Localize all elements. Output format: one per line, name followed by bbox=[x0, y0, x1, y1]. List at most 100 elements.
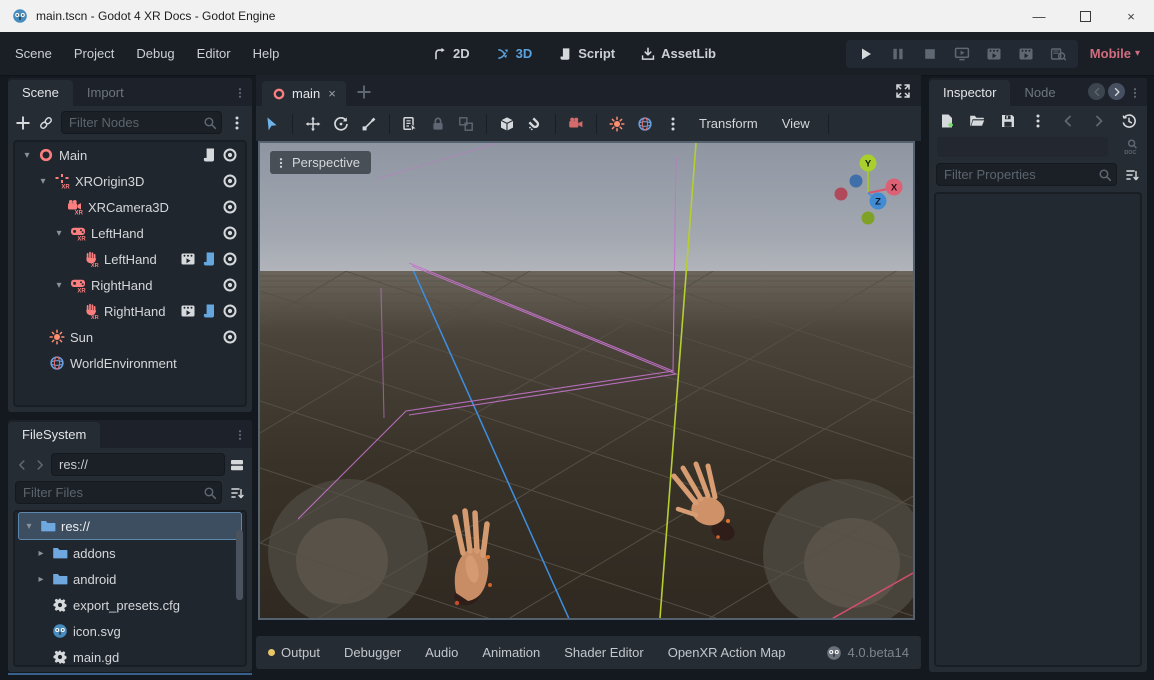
file-row-main-gd[interactable]: main.gd bbox=[15, 644, 245, 667]
save-resource-button[interactable] bbox=[1000, 113, 1016, 129]
renderer-dropdown[interactable]: Mobile▾ bbox=[1090, 46, 1140, 61]
add-node-button[interactable] bbox=[15, 115, 31, 131]
preview-environment-icon[interactable] bbox=[637, 116, 653, 132]
collapse-arrow[interactable]: ▾ bbox=[53, 228, 65, 239]
resource-options-icon[interactable] bbox=[1030, 113, 1046, 129]
new-resource-button[interactable] bbox=[939, 113, 955, 129]
script-badge-icon[interactable] bbox=[201, 147, 217, 163]
nav-back-icon[interactable] bbox=[15, 458, 29, 472]
collapse-arrow[interactable]: ▾ bbox=[37, 176, 49, 187]
script-badge-icon[interactable] bbox=[201, 251, 217, 267]
snap-icon[interactable] bbox=[527, 116, 543, 132]
split-view-icon[interactable] bbox=[229, 457, 245, 473]
path-field[interactable] bbox=[51, 453, 225, 476]
dock-menu-icon[interactable] bbox=[234, 429, 246, 441]
tab-node[interactable]: Node bbox=[1010, 80, 1069, 106]
collapse-arrow[interactable]: ▾ bbox=[21, 150, 33, 161]
tree-node-righthand-controller[interactable]: ▾ RightHand bbox=[15, 272, 245, 298]
close-button[interactable]: × bbox=[1108, 0, 1154, 32]
visibility-icon[interactable] bbox=[222, 329, 238, 345]
tree-node-xrorigin3d[interactable]: ▾ XROrigin3D bbox=[15, 168, 245, 194]
minimize-button[interactable]: — bbox=[1016, 0, 1062, 32]
panel-animation[interactable]: Animation bbox=[482, 645, 540, 660]
panel-shader-editor[interactable]: Shader Editor bbox=[564, 645, 644, 660]
visibility-icon[interactable] bbox=[222, 199, 238, 215]
workspace-3d[interactable]: 3D bbox=[487, 41, 542, 66]
camera-preview-icon[interactable] bbox=[568, 116, 584, 132]
menu-editor[interactable]: Editor bbox=[186, 40, 242, 67]
visibility-icon[interactable] bbox=[222, 225, 238, 241]
history-forward-icon[interactable] bbox=[1091, 113, 1107, 129]
collapse-arrow[interactable]: ▸ bbox=[35, 574, 47, 585]
load-resource-button[interactable] bbox=[969, 113, 985, 129]
panel-audio[interactable]: Audio bbox=[425, 645, 458, 660]
scene-tree-menu-icon[interactable] bbox=[229, 115, 245, 131]
file-tree-scrollbar[interactable] bbox=[236, 530, 243, 600]
tree-node-lefthand-controller[interactable]: ▾ LeftHand bbox=[15, 220, 245, 246]
property-filter-icon[interactable] bbox=[1124, 167, 1140, 183]
group-node-icon[interactable] bbox=[458, 116, 474, 132]
list-select-icon[interactable] bbox=[402, 116, 418, 132]
panel-openxr-action-map[interactable]: OpenXR Action Map bbox=[668, 645, 786, 660]
instanced-scene-badge-icon[interactable] bbox=[180, 303, 196, 319]
close-tab-icon[interactable]: × bbox=[328, 86, 336, 101]
menu-debug[interactable]: Debug bbox=[125, 40, 185, 67]
edit-history-icon[interactable] bbox=[1121, 113, 1137, 129]
new-tab-icon[interactable] bbox=[356, 84, 372, 100]
sort-files-icon[interactable] bbox=[229, 485, 245, 501]
transform-menu[interactable]: Transform bbox=[693, 112, 764, 135]
dock-menu-icon[interactable] bbox=[234, 87, 246, 99]
movie-maker-button[interactable] bbox=[1050, 46, 1066, 62]
maximize-button[interactable] bbox=[1062, 0, 1108, 32]
filter-nodes-input[interactable] bbox=[61, 111, 222, 134]
workspace-2d[interactable]: 2D bbox=[424, 41, 479, 66]
scale-tool-icon[interactable] bbox=[361, 116, 377, 132]
collapse-arrow[interactable]: ▸ bbox=[35, 548, 47, 559]
expand-viewport-icon[interactable] bbox=[895, 83, 911, 99]
visibility-icon[interactable] bbox=[222, 147, 238, 163]
tree-node-righthand-mesh[interactable]: RightHand bbox=[15, 298, 245, 324]
tab-import[interactable]: Import bbox=[73, 80, 138, 106]
tab-scroll-right-button[interactable] bbox=[1108, 83, 1125, 100]
tree-node-sun[interactable]: Sun bbox=[15, 324, 245, 350]
filter-files-input[interactable] bbox=[15, 481, 222, 504]
visibility-icon[interactable] bbox=[222, 251, 238, 267]
script-badge-icon[interactable] bbox=[201, 303, 217, 319]
axis-neg-z-ball[interactable] bbox=[850, 175, 863, 188]
tab-scroll-left-button[interactable] bbox=[1088, 83, 1105, 100]
tree-node-main[interactable]: ▾ Main bbox=[15, 142, 245, 168]
dock-menu-icon[interactable] bbox=[1129, 87, 1141, 99]
perspective-menu[interactable]: Perspective bbox=[270, 151, 371, 174]
open-docs-icon[interactable] bbox=[1123, 139, 1139, 155]
menu-project[interactable]: Project bbox=[63, 40, 125, 67]
visibility-icon[interactable] bbox=[222, 173, 238, 189]
panel-output[interactable]: Output bbox=[268, 645, 320, 660]
tree-node-lefthand-mesh[interactable]: LeftHand bbox=[15, 246, 245, 272]
menu-scene[interactable]: Scene bbox=[4, 40, 63, 67]
workspace-script[interactable]: Script bbox=[549, 41, 624, 66]
play-scene-button[interactable] bbox=[986, 46, 1002, 62]
tab-inspector[interactable]: Inspector bbox=[929, 80, 1010, 106]
axis-neg-y-ball[interactable] bbox=[862, 212, 875, 225]
tab-scene[interactable]: Scene bbox=[8, 80, 73, 106]
instance-scene-button[interactable] bbox=[38, 115, 54, 131]
workspace-assetlib[interactable]: AssetLib bbox=[632, 41, 725, 66]
history-back-icon[interactable] bbox=[1060, 113, 1076, 129]
filter-properties-input[interactable] bbox=[936, 163, 1117, 186]
visibility-icon[interactable] bbox=[222, 277, 238, 293]
move-tool-icon[interactable] bbox=[305, 116, 321, 132]
view-menu[interactable]: View bbox=[776, 112, 816, 135]
play-custom-scene-button[interactable] bbox=[1018, 46, 1034, 62]
toolbar-menu-icon[interactable] bbox=[665, 116, 681, 132]
play-button[interactable] bbox=[858, 46, 874, 62]
preview-sun-icon[interactable] bbox=[609, 116, 625, 132]
lock-node-icon[interactable] bbox=[430, 116, 446, 132]
file-row-icon-svg[interactable]: icon.svg bbox=[15, 618, 245, 644]
collapse-arrow[interactable]: ▾ bbox=[53, 280, 65, 291]
file-row-export-presets[interactable]: export_presets.cfg bbox=[15, 592, 245, 618]
collapse-arrow[interactable]: ▾ bbox=[23, 521, 35, 532]
instanced-scene-badge-icon[interactable] bbox=[180, 251, 196, 267]
viewport-3d[interactable]: Y X Z Perspective bbox=[258, 141, 915, 620]
file-row-res[interactable]: ▾ res:// bbox=[18, 512, 242, 540]
play-remote-button[interactable] bbox=[954, 46, 970, 62]
